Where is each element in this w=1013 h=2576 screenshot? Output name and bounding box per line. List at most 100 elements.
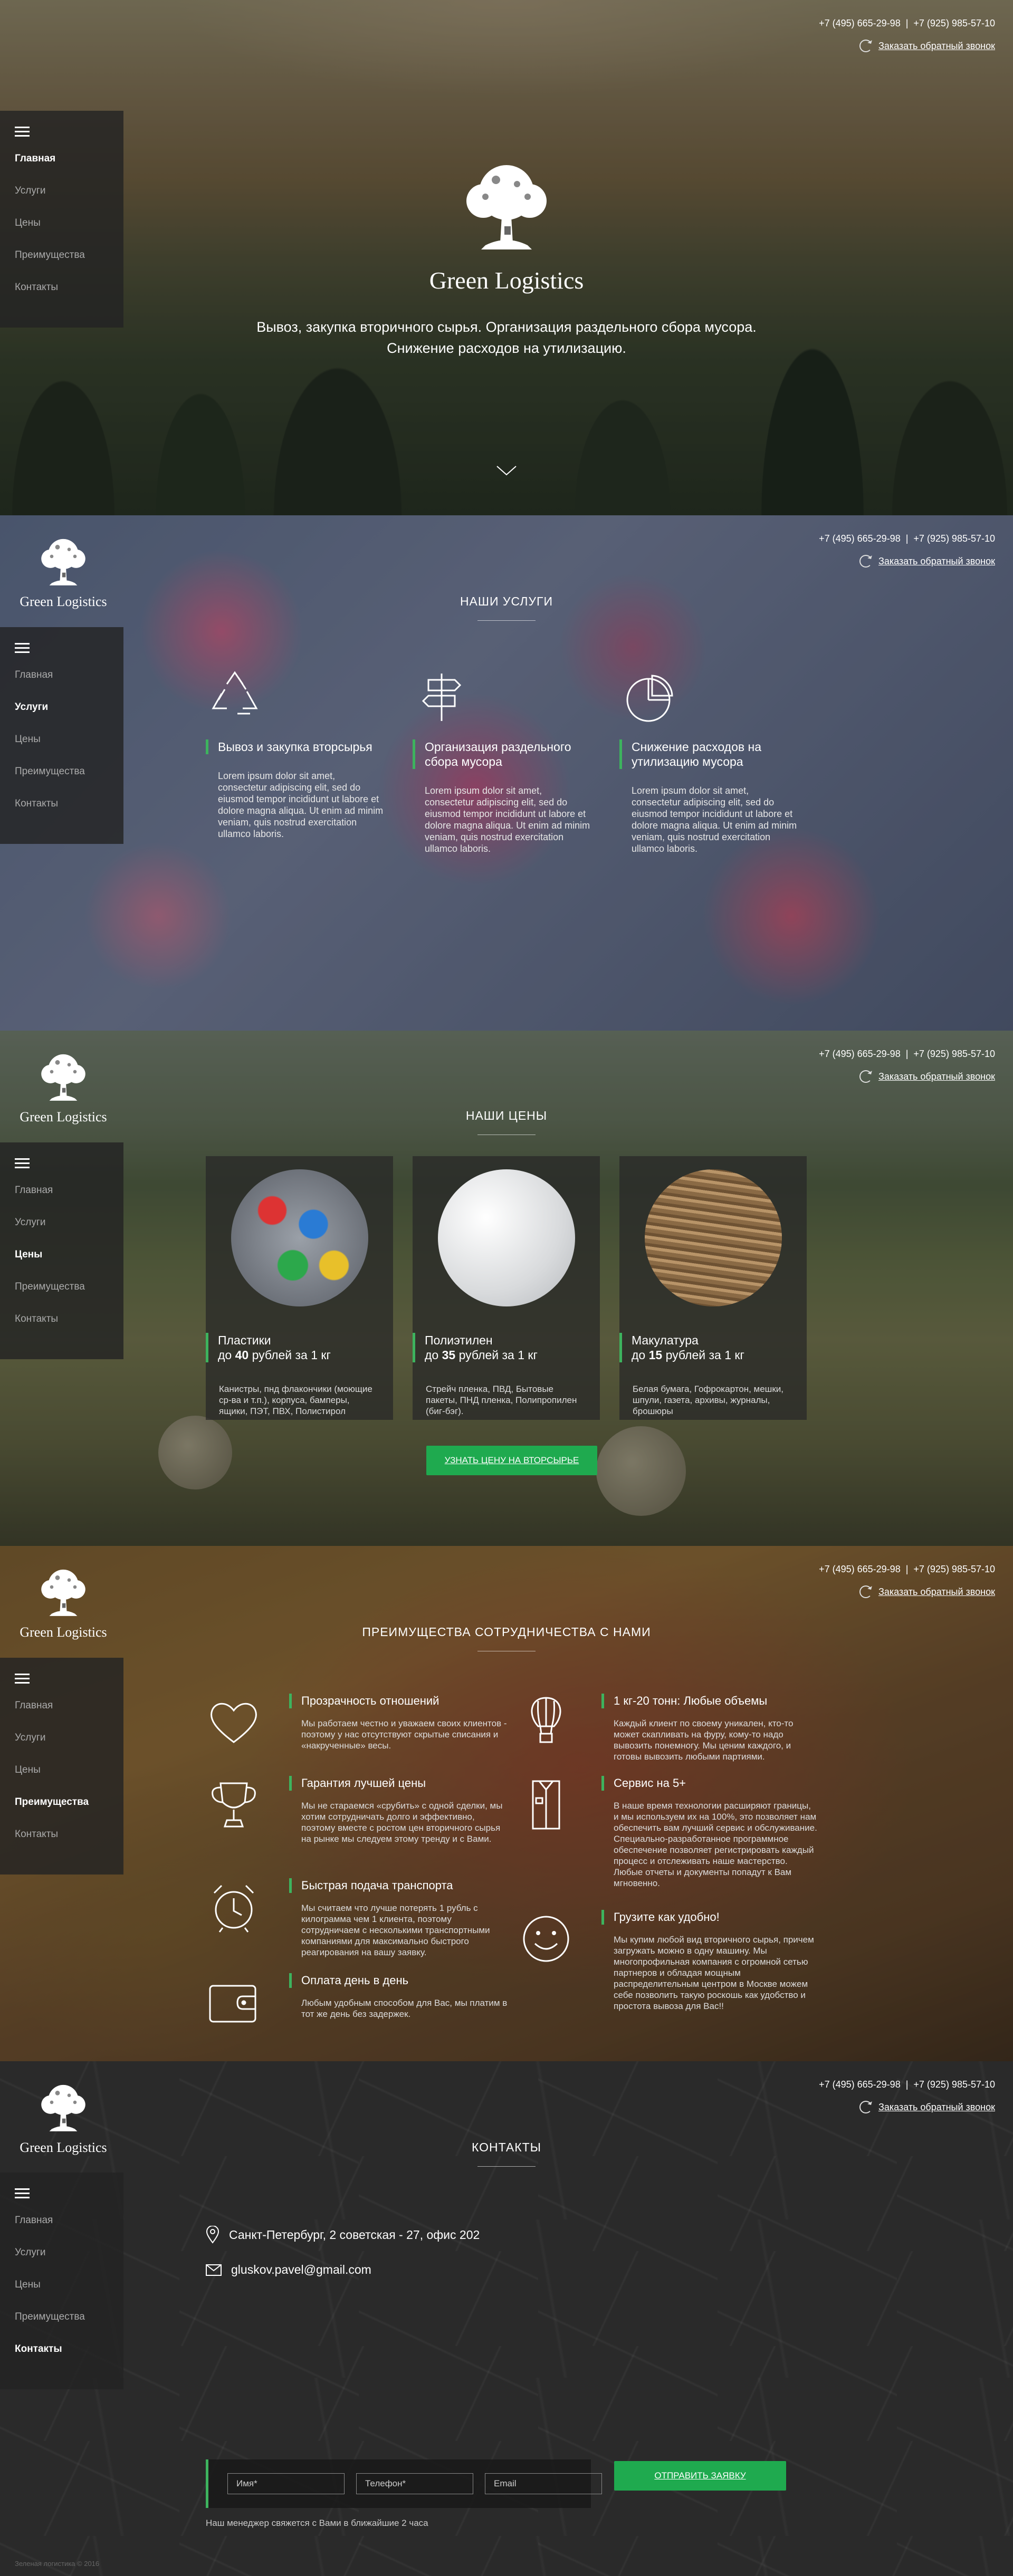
phone-1[interactable]: +7 (495) 665-29-98 xyxy=(819,533,901,544)
side-logo[interactable]: Green Logistics xyxy=(16,536,111,610)
nav-item-advantages[interactable]: Преимущества xyxy=(15,247,123,280)
phone-separator: | xyxy=(905,1564,909,1574)
header-contacts: +7 (495) 665-29-98 | +7 (925) 985-57-10 … xyxy=(819,1049,995,1083)
phone-1[interactable]: +7 (495) 665-29-98 xyxy=(819,1049,901,1060)
advantage-item: Прозрачность отношений Мы работаем честн… xyxy=(211,1694,511,1751)
wallet-icon xyxy=(209,1985,256,2023)
nav-item-contacts[interactable]: Контакты xyxy=(15,796,123,828)
callback-form xyxy=(206,2459,602,2508)
phone-1[interactable]: +7 (495) 665-29-98 xyxy=(819,18,901,29)
nav-item-contacts[interactable]: Контакты xyxy=(15,2341,123,2373)
nav-item-prices[interactable]: Цены xyxy=(15,215,123,247)
shirt-icon xyxy=(532,1780,560,1830)
copyright: Зеленая логистика © 2016 xyxy=(15,2560,100,2568)
sidebar-nav: Главная Услуги Цены Преимущества Контакт… xyxy=(0,111,123,328)
callback-link[interactable]: Заказать обратный звонок xyxy=(878,2102,995,2113)
hamburger-menu-icon[interactable] xyxy=(15,643,30,653)
phone-separator: | xyxy=(905,2079,909,2090)
address-row: Санкт-Петербург, 2 советская - 27, офис … xyxy=(206,2226,480,2244)
nav-item-contacts[interactable]: Контакты xyxy=(15,280,123,312)
service-card: Вывоз и закупка вторсырья Lorem ipsum do… xyxy=(206,668,385,840)
tree-logo-icon xyxy=(454,158,559,258)
nav-item-advantages[interactable]: Преимущества xyxy=(15,1279,123,1311)
callback-icon xyxy=(859,555,872,568)
nav-item-home[interactable]: Главная xyxy=(15,151,123,183)
nav-item-home[interactable]: Главная xyxy=(15,2213,123,2245)
smiley-icon xyxy=(523,1916,569,1962)
scroll-down-chevron-icon[interactable] xyxy=(495,459,518,482)
nav-item-contacts[interactable]: Контакты xyxy=(15,1827,123,1859)
hero-tagline: Вывоз, закупка вторичного сырья. Организ… xyxy=(256,319,757,356)
nav-item-advantages[interactable]: Преимущества xyxy=(15,2309,123,2341)
nav-item-services[interactable]: Услуги xyxy=(15,1730,123,1762)
sidebar-nav: Главная Услуги Цены Преимущества Контакт… xyxy=(0,2173,123,2389)
phone-2[interactable]: +7 (925) 985-57-10 xyxy=(913,1049,995,1060)
service-text: Lorem ipsum dolor sit amet, consectetur … xyxy=(218,771,384,839)
advantages-section: +7 (495) 665-29-98 | +7 (925) 985-57-10 … xyxy=(0,1546,1013,2061)
nav-item-services[interactable]: Услуги xyxy=(15,2245,123,2277)
phone-separator: | xyxy=(905,533,909,544)
nav-item-prices[interactable]: Цены xyxy=(15,2277,123,2309)
nav-item-prices[interactable]: Цены xyxy=(15,732,123,764)
callback-link[interactable]: Заказать обратный звонок xyxy=(878,41,995,52)
service-title: Снижение расходов на утилизацию мусора xyxy=(619,739,799,769)
callback-icon xyxy=(859,1585,872,1598)
phone-2[interactable]: +7 (925) 985-57-10 xyxy=(913,18,995,29)
callback-link[interactable]: Заказать обратный звонок xyxy=(878,1587,995,1598)
phone-1[interactable]: +7 (495) 665-29-98 xyxy=(819,1564,901,1575)
price-card-title: Полиэтилен до 35 рублей за 1 кг xyxy=(413,1333,600,1362)
hamburger-menu-icon[interactable] xyxy=(15,1158,30,1169)
nav-item-home[interactable]: Главная xyxy=(15,1183,123,1215)
nav-item-services[interactable]: Услуги xyxy=(15,699,123,732)
nav-item-home[interactable]: Главная xyxy=(15,1698,123,1730)
phone-2[interactable]: +7 (925) 985-57-10 xyxy=(913,1564,995,1575)
sidebar-nav: Главная Услуги Цены Преимущества Контакт… xyxy=(0,1658,123,1875)
phone-2[interactable]: +7 (925) 985-57-10 xyxy=(913,2079,995,2090)
price-card-title: Пластики до 40 рублей за 1 кг xyxy=(206,1333,393,1362)
phone-separator: | xyxy=(905,18,909,28)
price-card-text: Канистры, пнд флакончики (моющие ср-ва и… xyxy=(219,1384,372,1416)
side-logo[interactable]: Green Logistics xyxy=(16,2082,111,2156)
advantage-item: Сервис на 5+ В наше время технологии рас… xyxy=(532,1776,818,1889)
service-title: Вывоз и закупка вторсырья xyxy=(206,739,385,754)
recycle-icon xyxy=(212,671,258,715)
trophy-icon xyxy=(212,1782,256,1828)
nav-item-services[interactable]: Услуги xyxy=(15,183,123,215)
price-card: Пластики до 40 рублей за 1 кг Канистры, … xyxy=(206,1156,393,1420)
tree-logo-icon xyxy=(34,1052,92,1104)
nav-item-advantages[interactable]: Преимущества xyxy=(15,1794,123,1827)
header-contacts: +7 (495) 665-29-98 | +7 (925) 985-57-10 … xyxy=(819,533,995,568)
service-title: Организация раздельного сбора мусора xyxy=(413,739,592,769)
advantage-item: Гарантия лучшей цены Мы не стараемся «ср… xyxy=(212,1776,511,1844)
nav-item-prices[interactable]: Цены xyxy=(15,1762,123,1794)
nav-item-contacts[interactable]: Контакты xyxy=(15,1311,123,1343)
contacts-title: КОНТАКТЫ xyxy=(0,2140,1013,2167)
signpost-icon xyxy=(422,674,462,721)
name-input[interactable] xyxy=(227,2473,345,2494)
callback-link[interactable]: Заказать обратный звонок xyxy=(878,556,995,567)
hamburger-menu-icon[interactable] xyxy=(15,2188,30,2199)
callback-icon xyxy=(859,2101,872,2113)
nav-item-home[interactable]: Главная xyxy=(15,667,123,699)
email-input[interactable] xyxy=(485,2473,602,2494)
header-contacts: +7 (495) 665-29-98 | +7 (925) 985-57-10 … xyxy=(819,18,995,52)
phone-input[interactable] xyxy=(356,2473,473,2494)
nav-item-advantages[interactable]: Преимущества xyxy=(15,764,123,796)
phone-1[interactable]: +7 (495) 665-29-98 xyxy=(819,2079,901,2090)
get-price-button[interactable]: УЗНАТЬ ЦЕНУ НА ВТОРСЫРЬЕ xyxy=(426,1446,597,1475)
callback-link[interactable]: Заказать обратный звонок xyxy=(878,1071,995,1082)
nav-item-services[interactable]: Услуги xyxy=(15,1215,123,1247)
price-card-text: Белая бумага, Гофрокартон, мешки, шпули,… xyxy=(633,1384,783,1416)
hamburger-menu-icon[interactable] xyxy=(15,127,30,137)
service-card: Снижение расходов на утилизацию мусора L… xyxy=(619,668,799,854)
side-logo[interactable]: Green Logistics xyxy=(16,1567,111,1640)
nav-item-prices[interactable]: Цены xyxy=(15,1247,123,1279)
phone-2[interactable]: +7 (925) 985-57-10 xyxy=(913,533,995,544)
advantage-item: 1 кг-20 тонн: Любые объемы Каждый клиент… xyxy=(531,1694,818,1762)
email-text[interactable]: gluskov.pavel@gmail.com xyxy=(231,2263,371,2277)
side-logo[interactable]: Green Logistics xyxy=(16,1052,111,1125)
sidebar-nav: Главная Услуги Цены Преимущества Контакт… xyxy=(0,1142,123,1359)
hamburger-menu-icon[interactable] xyxy=(15,1674,30,1684)
submit-request-button[interactable]: ОТПРАВИТЬ ЗАЯВКУ xyxy=(614,2461,786,2491)
envelope-icon xyxy=(206,2264,222,2276)
